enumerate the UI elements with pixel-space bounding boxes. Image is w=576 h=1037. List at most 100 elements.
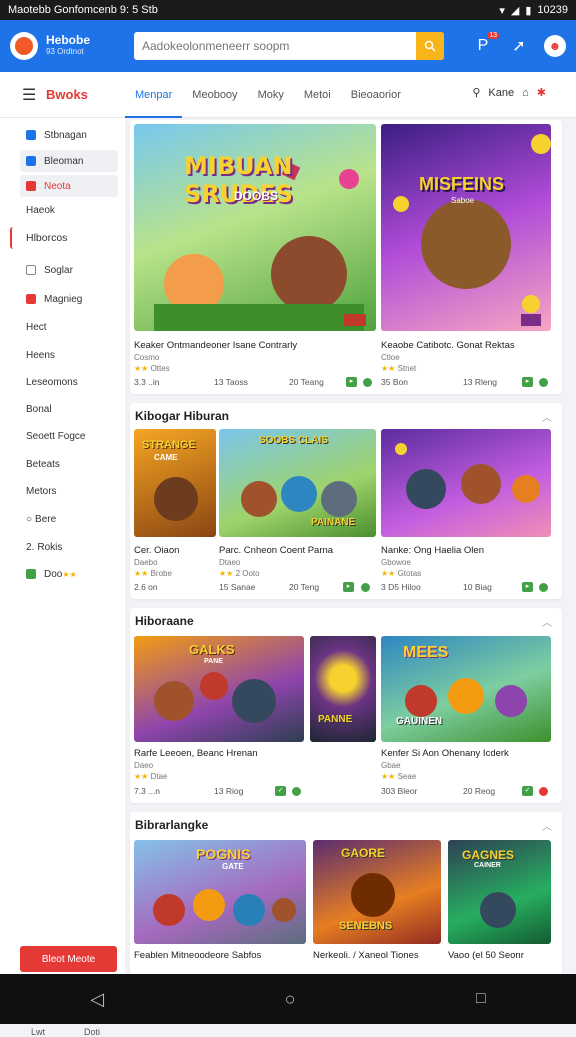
game-meta-mid: 13 Riog bbox=[214, 786, 244, 796]
game-thumbnail[interactable]: MIBUAN SRUDES DOOBS bbox=[134, 124, 376, 331]
chevron-up-icon[interactable]: ︿ bbox=[542, 614, 552, 629]
game-art-subtitle: CAME bbox=[154, 453, 178, 462]
more-section: Bibrarlangke ︿ POGNIS GATE Feablen Mitne… bbox=[130, 812, 562, 974]
sidebar-item-15[interactable]: ○ Bere bbox=[20, 508, 118, 530]
game-meta-left: 35 Bon bbox=[381, 377, 408, 387]
sidebar-item-11[interactable]: Bonal bbox=[20, 398, 118, 420]
tab-3[interactable]: Moky bbox=[248, 72, 294, 118]
section-title: Hiboraane bbox=[135, 614, 194, 628]
game-card[interactable]: PANNE bbox=[310, 636, 376, 799]
star-icon: ★★ bbox=[381, 569, 396, 578]
game-card[interactable]: STRANGE CAME Cer. Oiaon Daebo ★★ Brobe 2… bbox=[134, 429, 216, 595]
sidebar-item-2[interactable]: Bleoman bbox=[20, 150, 118, 172]
game-art-title: PANNE bbox=[318, 714, 353, 725]
sidebar-item-13[interactable]: Beteats bbox=[20, 453, 118, 475]
game-card[interactable]: Nanke: Ong Haelia Olen Gbowoe ★★ Gtotas … bbox=[381, 429, 551, 595]
sidebar-item-17[interactable]: Doo ★★ bbox=[20, 563, 118, 585]
game-rating: Gtotas bbox=[397, 569, 422, 578]
tab-5[interactable]: Bieoaorior bbox=[341, 72, 411, 118]
game-meta-mid: 13 Taoss bbox=[214, 377, 248, 387]
game-card[interactable]: GAORE SENEBNS Nerkeoli. / Xaneol Tiones bbox=[313, 840, 441, 974]
game-art-title: GAGNES bbox=[462, 848, 515, 862]
play-icon[interactable]: ▸ bbox=[343, 582, 354, 592]
game-meta-right: 10 Biag bbox=[463, 582, 492, 592]
sidebar-item-6[interactable]: Soglar bbox=[20, 259, 118, 281]
chevron-up-icon[interactable]: ︿ bbox=[542, 409, 552, 424]
menu-icon[interactable]: ☰ bbox=[22, 85, 36, 105]
sidebar-item-12[interactable]: Seoett Fogce bbox=[20, 425, 118, 447]
online-icon bbox=[539, 583, 548, 592]
play-icon[interactable]: ▸ bbox=[346, 377, 357, 387]
game-card[interactable]: GALKS PANE Rarfe Leeoen, Beanc Hrenan Da… bbox=[134, 636, 304, 799]
game-art-subtitle: GATE bbox=[222, 862, 244, 871]
play-icon[interactable]: ✓ bbox=[275, 786, 286, 796]
game-meta-left: 7.3 ...n bbox=[134, 786, 160, 796]
home-icon[interactable]: ○ bbox=[285, 989, 296, 1010]
tab-4[interactable]: Metoi bbox=[294, 72, 341, 118]
play-icon[interactable]: ✓ bbox=[522, 786, 533, 796]
game-category: Gbowoe bbox=[381, 558, 411, 567]
notification-badge: 13 bbox=[487, 32, 499, 39]
tab-2[interactable]: Meobooy bbox=[182, 72, 247, 118]
game-thumbnail[interactable]: GAGNES CAINER bbox=[448, 840, 551, 944]
game-card[interactable]: POGNIS GATE Feablen Mitneoodeore Sabfos bbox=[134, 840, 306, 974]
share-button[interactable]: ➚ bbox=[508, 35, 530, 57]
game-thumbnail[interactable]: POGNIS GATE bbox=[134, 840, 306, 944]
brand-subtitle: 93 Ordtnot bbox=[46, 47, 84, 56]
avatar[interactable]: ☻ bbox=[544, 35, 566, 57]
game-thumbnail[interactable]: GAORE SENEBNS bbox=[313, 840, 441, 944]
flag-icon[interactable]: ✱ bbox=[537, 86, 546, 99]
search-icon[interactable]: ⚲ bbox=[472, 86, 480, 99]
top-nav: ☰ Bwoks Menpar Meobooy Moky Metoi Bieoao… bbox=[0, 72, 576, 118]
search-button[interactable] bbox=[416, 32, 444, 60]
app-logo[interactable] bbox=[10, 32, 38, 60]
home-icon[interactable]: ⌂ bbox=[522, 87, 529, 99]
chevron-up-icon[interactable]: ︿ bbox=[542, 818, 552, 833]
sidebar-item-7[interactable]: Magnieg bbox=[20, 288, 118, 310]
search-input[interactable] bbox=[134, 39, 416, 53]
star-icon: ★★ bbox=[134, 569, 149, 578]
game-thumbnail[interactable]: SOOBS CLAIS PAINANE bbox=[219, 429, 376, 537]
game-category: Cosmo bbox=[134, 353, 160, 362]
sidebar-action-button[interactable]: Bleot Meote bbox=[20, 946, 117, 972]
game-card[interactable]: MIBUAN SRUDES DOOBS Keaker Ontmandeoner … bbox=[134, 124, 376, 390]
game-card[interactable]: GAGNES CAINER Vaoo (el 50 Seonr bbox=[448, 840, 551, 974]
clock: 10239 bbox=[537, 4, 568, 16]
nav-right-label[interactable]: Kane bbox=[488, 87, 514, 99]
sidebar-item-1[interactable]: Stbnagan bbox=[20, 124, 118, 146]
play-icon[interactable]: ▸ bbox=[522, 582, 533, 592]
system-nav-bar: ◁ ○ □ bbox=[0, 974, 576, 1024]
brand-title: Hebobe bbox=[46, 33, 91, 47]
sidebar-item-10[interactable]: Leseomons bbox=[20, 371, 118, 393]
sidebar-item-8[interactable]: Hect bbox=[20, 316, 118, 338]
sidebar-item-14[interactable]: Metors bbox=[20, 480, 118, 502]
recents-icon[interactable]: □ bbox=[476, 990, 486, 1008]
game-card[interactable]: SOOBS CLAIS PAINANE Parc. Cnheon Coent P… bbox=[219, 429, 376, 595]
sidebar-item-9[interactable]: Heens bbox=[20, 344, 118, 366]
game-thumbnail[interactable]: PANNE bbox=[310, 636, 376, 742]
game-rating: 2 Ooto bbox=[235, 569, 260, 578]
game-thumbnail[interactable]: GALKS PANE bbox=[134, 636, 304, 742]
game-thumbnail[interactable]: MEES GAUINEN bbox=[381, 636, 551, 742]
sidebar-item-16[interactable]: 2. Rokis bbox=[20, 536, 118, 558]
notification-button[interactable]: P 13 bbox=[472, 32, 499, 57]
game-thumbnail[interactable]: MISFEINS Saboe bbox=[381, 124, 551, 331]
game-meta-left: 3.3 ..in bbox=[134, 377, 160, 387]
sidebar-item-3[interactable]: Neota bbox=[20, 175, 118, 197]
sidebar-icon-label-1: Lwt bbox=[30, 1027, 45, 1037]
game-card[interactable]: MEES GAUINEN Kenfer Si Aon Ohenany Icder… bbox=[381, 636, 551, 799]
back-icon[interactable]: ◁ bbox=[90, 989, 104, 1010]
play-icon[interactable]: ▸ bbox=[522, 377, 533, 387]
sidebar-item-4[interactable]: Haeok bbox=[20, 199, 118, 221]
sidebar-item-5[interactable]: Hlborcos bbox=[10, 227, 108, 249]
number-icon: 2. bbox=[26, 541, 35, 553]
game-category: Ctloe bbox=[381, 353, 400, 362]
tab-1[interactable]: Menpar bbox=[125, 72, 183, 118]
sidebar-icon-label-2: Doti bbox=[83, 1027, 100, 1037]
popular-section: Hiboraane ︿ GALKS PANE Rarfe Leeoen, Bea… bbox=[130, 608, 562, 803]
game-card[interactable]: MISFEINS Saboe Keaobe Catibotc. Gonat Re… bbox=[381, 124, 551, 390]
game-thumbnail[interactable] bbox=[381, 429, 551, 537]
game-meta-right: 13 Rleng bbox=[463, 377, 498, 387]
game-thumbnail[interactable]: STRANGE CAME bbox=[134, 429, 216, 537]
game-art-title: MIBUAN SRUDES bbox=[184, 152, 293, 208]
